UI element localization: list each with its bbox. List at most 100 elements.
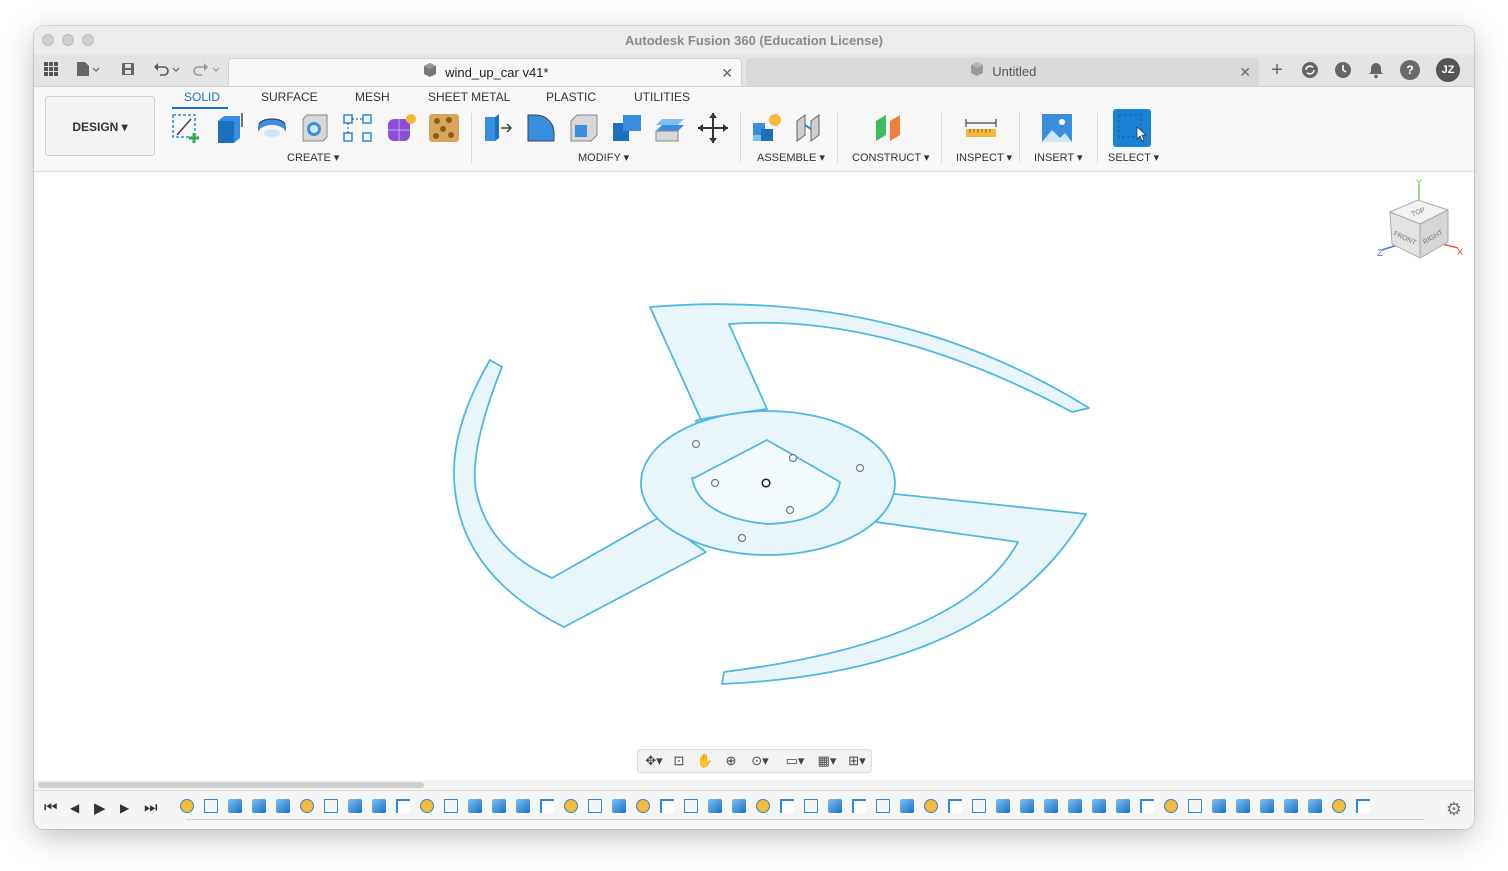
timeline-sketch-icon[interactable]: [804, 799, 818, 813]
tab-wind-up-car[interactable]: wind_up_car v41* ✕: [228, 58, 742, 86]
step-forward-button[interactable]: ▶: [120, 801, 129, 815]
step-back-button[interactable]: ◀: [70, 801, 79, 815]
scrollbar-thumb[interactable]: [38, 782, 424, 788]
undo-icon[interactable]: [152, 61, 182, 79]
help-icon[interactable]: ?: [1400, 60, 1420, 80]
select-group-label[interactable]: SELECT ▾: [1108, 151, 1159, 164]
tab-utilities[interactable]: UTILITIES: [634, 90, 690, 104]
offset-plane-icon[interactable]: [872, 111, 906, 145]
timeline-extrude-icon[interactable]: [492, 799, 506, 813]
viewport-canvas[interactable]: TOP FRONT RIGHT Y X Z: [34, 172, 1474, 780]
timeline-sketch-icon[interactable]: [1188, 799, 1202, 813]
user-avatar[interactable]: JZ: [1436, 58, 1460, 82]
fit-zoom-icon[interactable]: ⊙▾: [748, 753, 772, 769]
tab-mesh[interactable]: MESH: [355, 90, 390, 104]
timeline-extrude-icon[interactable]: [1212, 799, 1226, 813]
viewports-icon[interactable]: ⊞▾: [844, 753, 870, 769]
timeline-extrude-icon[interactable]: [1284, 799, 1298, 813]
timeline-component-icon[interactable]: [300, 799, 314, 813]
combine-icon[interactable]: [610, 111, 644, 145]
timeline-component-icon[interactable]: [636, 799, 650, 813]
play-button[interactable]: ▶: [94, 799, 106, 817]
timeline-extrude-icon[interactable]: [1044, 799, 1058, 813]
timeline-plane-icon[interactable]: [660, 799, 674, 813]
go-to-start-button[interactable]: ⏮: [44, 799, 58, 816]
grid-settings-icon[interactable]: ▦▾: [814, 753, 840, 769]
display-settings-icon[interactable]: ▭▾: [782, 753, 808, 769]
create-sketch-icon[interactable]: [169, 111, 203, 145]
close-tab-button[interactable]: ✕: [721, 59, 733, 87]
press-pull-icon[interactable]: [481, 111, 515, 145]
tab-plastic[interactable]: PLASTIC: [546, 90, 596, 104]
timeline-sketch-icon[interactable]: [684, 799, 698, 813]
view-cube[interactable]: TOP FRONT RIGHT Y X Z: [1374, 178, 1464, 268]
timeline-component-icon[interactable]: [564, 799, 578, 813]
file-menu-icon[interactable]: [74, 61, 102, 79]
job-status-icon[interactable]: [1334, 61, 1352, 79]
timeline-plane-icon[interactable]: [852, 799, 866, 813]
tab-untitled[interactable]: Untitled ✕: [746, 58, 1259, 86]
timeline-sketch-icon[interactable]: [324, 799, 338, 813]
timeline-extrude-icon[interactable]: [1092, 799, 1106, 813]
assemble-group-label[interactable]: ASSEMBLE ▾: [757, 151, 825, 164]
timeline-plane-icon[interactable]: [948, 799, 962, 813]
timeline-component-icon[interactable]: [420, 799, 434, 813]
timeline-extrude-icon[interactable]: [348, 799, 362, 813]
modify-group-label[interactable]: MODIFY ▾: [578, 151, 629, 164]
form-icon[interactable]: [384, 111, 418, 145]
shell-icon[interactable]: [567, 111, 601, 145]
new-tab-button[interactable]: +: [1268, 60, 1286, 80]
timeline-component-icon[interactable]: [924, 799, 938, 813]
move-copy-icon[interactable]: [696, 111, 730, 145]
tab-solid[interactable]: SOLID: [184, 90, 220, 104]
timeline-plane-icon[interactable]: [1140, 799, 1154, 813]
timeline-plane-icon[interactable]: [780, 799, 794, 813]
timeline-plane-icon[interactable]: [1356, 799, 1370, 813]
timeline-extrude-icon[interactable]: [468, 799, 482, 813]
timeline-extrude-icon[interactable]: [900, 799, 914, 813]
timeline-extrude-icon[interactable]: [276, 799, 290, 813]
hole-icon[interactable]: [298, 111, 332, 145]
timeline-sketch-icon[interactable]: [204, 799, 218, 813]
timeline-extrude-icon[interactable]: [1236, 799, 1250, 813]
timeline-extrude-icon[interactable]: [996, 799, 1010, 813]
zoom-icon[interactable]: ⊕: [722, 753, 740, 769]
pan-hand-icon[interactable]: ✋: [696, 753, 714, 769]
horizontal-scrollbar[interactable]: [34, 780, 1474, 790]
timeline-component-icon[interactable]: [1332, 799, 1346, 813]
extensions-icon[interactable]: [1301, 61, 1319, 79]
redo-icon[interactable]: [192, 61, 222, 79]
timeline-extrude-icon[interactable]: [708, 799, 722, 813]
timeline-component-icon[interactable]: [756, 799, 770, 813]
tab-sheet-metal[interactable]: SHEET METAL: [428, 90, 510, 104]
pattern-icon[interactable]: [341, 111, 375, 145]
workspace-switcher[interactable]: DESIGN ▾: [45, 96, 155, 156]
timeline-extrude-icon[interactable]: [1068, 799, 1082, 813]
timeline-extrude-icon[interactable]: [1308, 799, 1322, 813]
insert-image-icon[interactable]: [1040, 111, 1074, 145]
timeline-component-icon[interactable]: [1164, 799, 1178, 813]
timeline-sketch-icon[interactable]: [972, 799, 986, 813]
timeline-plane-icon[interactable]: [540, 799, 554, 813]
measure-icon[interactable]: [964, 111, 998, 145]
timeline-sketch-icon[interactable]: [876, 799, 890, 813]
timeline-plane-icon[interactable]: [396, 799, 410, 813]
timeline-settings-gear-icon[interactable]: ⚙: [1446, 799, 1462, 820]
tab-surface[interactable]: SURFACE: [261, 90, 318, 104]
timeline-sketch-icon[interactable]: [444, 799, 458, 813]
timeline-extrude-icon[interactable]: [1260, 799, 1274, 813]
select-tool-icon[interactable]: [1113, 109, 1151, 147]
notifications-bell-icon[interactable]: [1367, 61, 1385, 79]
save-icon[interactable]: [119, 61, 137, 79]
timeline-extrude-icon[interactable]: [828, 799, 842, 813]
extrude-icon[interactable]: [212, 111, 246, 145]
timeline-component-icon[interactable]: [180, 799, 194, 813]
new-component-icon[interactable]: [750, 111, 784, 145]
inspect-group-label[interactable]: INSPECT ▾: [956, 151, 1012, 164]
timeline-extrude-icon[interactable]: [732, 799, 746, 813]
timeline-extrude-icon[interactable]: [1116, 799, 1130, 813]
timeline-extrude-icon[interactable]: [228, 799, 242, 813]
create-group-label[interactable]: CREATE ▾: [287, 151, 339, 164]
sketch-profile[interactable]: [34, 172, 1474, 780]
orbit-icon[interactable]: ✥▾: [642, 753, 666, 769]
